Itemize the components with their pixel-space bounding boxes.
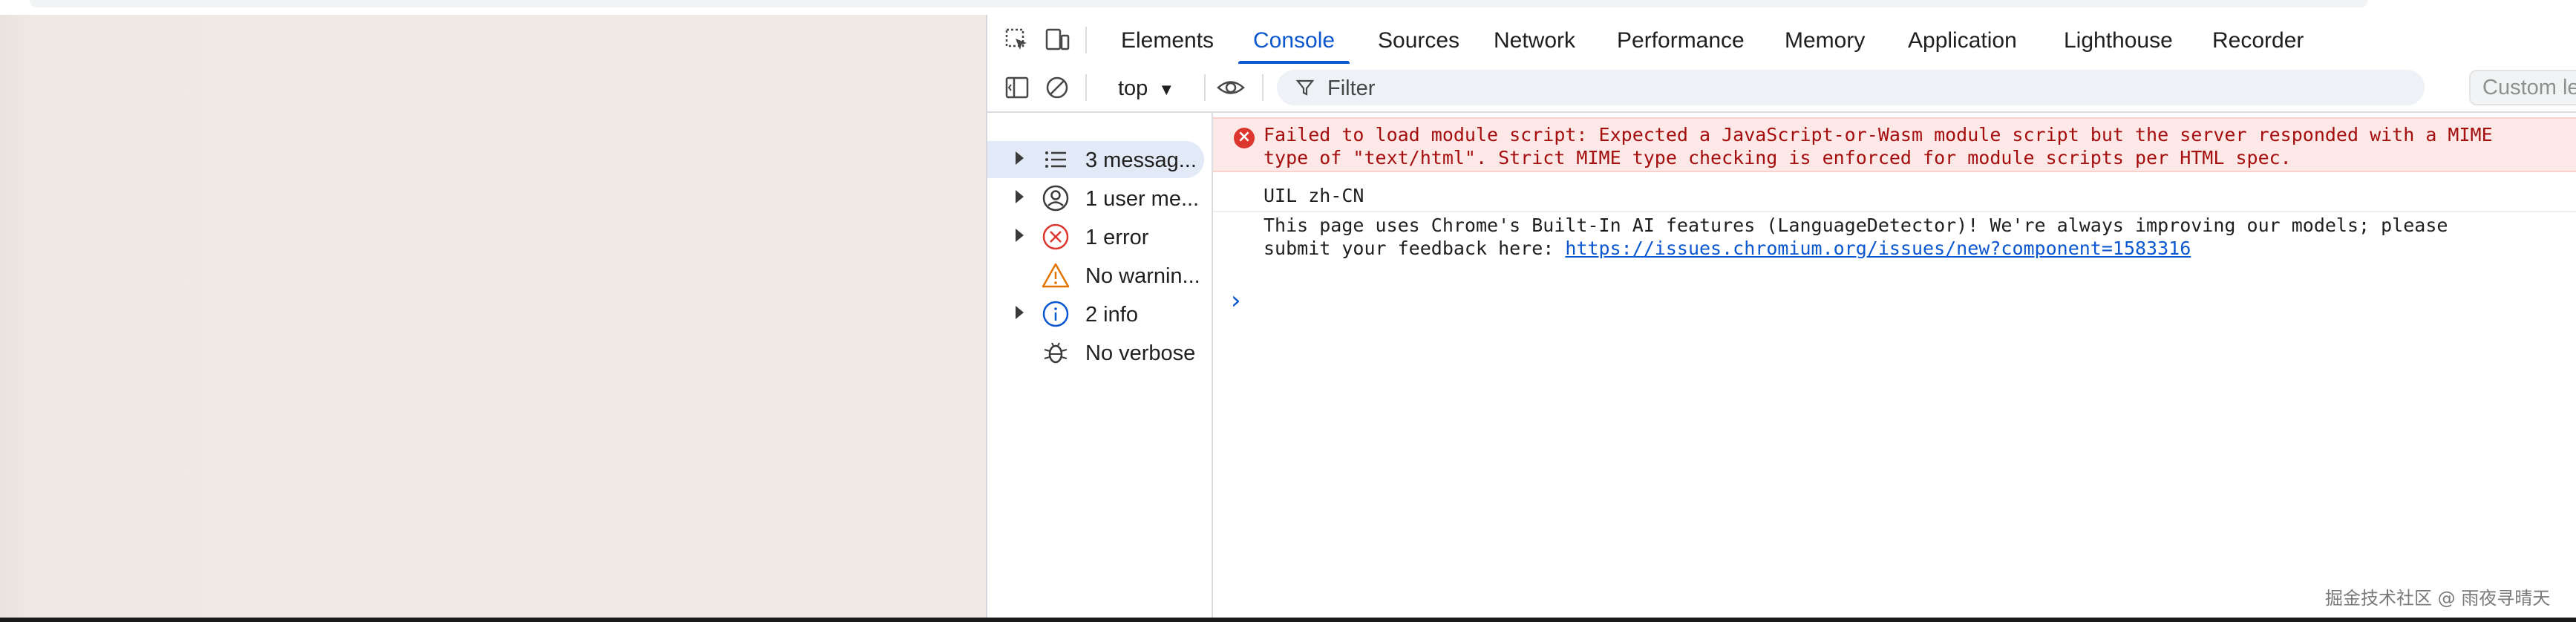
devtools-panel: Elements Console Sources Network Perform… [986, 15, 2576, 618]
tab-sources[interactable]: Sources [1378, 15, 1459, 64]
sidebar-item-label: 1 error [1085, 226, 1149, 249]
tab-elements[interactable]: Elements [1121, 15, 1214, 64]
log-line-2-prefix: submit your feedback here: [1264, 238, 1566, 259]
tab-bar-divider [1085, 27, 1087, 53]
log-levels-label: Custom le [2482, 76, 2576, 99]
devtools-tab-bar: Elements Console Sources Network Perform… [987, 15, 2576, 65]
sidebar-item-messages[interactable]: 3 messag... [987, 141, 1204, 178]
sidebar-item-label: 1 user me... [1085, 187, 1200, 211]
sidebar-item-label: 3 messag... [1085, 148, 1197, 172]
watermark: 掘金技术社区 @ 雨夜寻晴天 [2325, 588, 2551, 609]
expand-arrow-icon[interactable] [1016, 151, 1024, 165]
sidebar-toggle-icon[interactable] [1002, 73, 1032, 102]
inspect-element-icon[interactable] [1002, 25, 1032, 55]
filter-icon [1295, 77, 1315, 102]
bug-icon [1041, 338, 1070, 367]
toolbar-divider [1262, 74, 1264, 101]
sidebar-item-label: No warnin... [1085, 264, 1200, 288]
feedback-link[interactable]: https://issues.chromium.org/issues/new?c… [1565, 238, 2191, 259]
filter-placeholder: Filter [1327, 76, 1376, 100]
sidebar-item-label: 2 info [1085, 303, 1138, 327]
sidebar-item-errors[interactable]: 1 error [995, 218, 1210, 255]
sidebar-item-warnings[interactable]: No warnin... [995, 257, 1210, 294]
tab-recorder[interactable]: Recorder [2212, 15, 2304, 64]
clear-console-icon[interactable] [1042, 73, 1072, 102]
live-expression-eye-icon[interactable] [1216, 73, 1246, 102]
sidebar-item-info[interactable]: 2 info [995, 295, 1210, 333]
expand-arrow-icon[interactable] [1016, 306, 1024, 319]
toolbar-divider [1085, 74, 1087, 101]
error-icon: × [1234, 128, 1255, 148]
error-line-1: Failed to load module script: Expected a… [1264, 124, 2493, 145]
sidebar-item-label: No verbose [1085, 341, 1196, 365]
warning-icon [1041, 261, 1070, 290]
console-sidebar: 3 messag... 1 user me... 1 error No warn… [987, 113, 1213, 618]
log-text: This page uses Chrome's Built-In AI feat… [1264, 214, 2448, 260]
expand-arrow-icon[interactable] [1016, 229, 1024, 242]
device-toolbar-icon[interactable] [1042, 25, 1072, 55]
console-error-message[interactable]: × Failed to load module script: Expected… [1213, 117, 2576, 172]
browser-top-strip [0, 0, 2576, 15]
sidebar-item-verbose[interactable]: No verbose [995, 334, 1210, 371]
tab-lighthouse[interactable]: Lighthouse [2064, 15, 2173, 64]
expand-arrow-icon[interactable] [1016, 190, 1024, 203]
page-viewport[interactable] [0, 15, 986, 618]
user-icon [1041, 183, 1070, 213]
log-levels-dropdown[interactable]: Custom le [2469, 70, 2576, 105]
context-selector[interactable]: top ▼ [1118, 71, 1174, 104]
tab-memory[interactable]: Memory [1785, 15, 1865, 64]
console-log-message[interactable]: This page uses Chrome's Built-In AI feat… [1213, 212, 2576, 272]
browser-tab-strip [30, 0, 2368, 7]
sidebar-item-user-messages[interactable]: 1 user me... [995, 180, 1210, 217]
console-log-message[interactable]: UIL zh-CN [1213, 178, 2576, 212]
tab-application[interactable]: Application [1908, 15, 2017, 64]
log-line-1: This page uses Chrome's Built-In AI feat… [1264, 215, 2448, 236]
filter-input[interactable]: Filter [1277, 70, 2425, 105]
console-toolbar: top ▼ Filter Custom le [987, 64, 2576, 113]
tab-network[interactable]: Network [1494, 15, 1575, 64]
context-label: top [1118, 76, 1148, 100]
error-text: Failed to load module script: Expected a… [1264, 123, 2493, 169]
bottom-border [0, 618, 2576, 622]
console-prompt-chevron-icon[interactable]: › [1231, 288, 1241, 313]
log-text: UIL zh-CN [1264, 185, 1364, 206]
tab-console[interactable]: Console [1238, 15, 1350, 64]
console-messages[interactable]: × Failed to load module script: Expected… [1213, 113, 2576, 618]
toolbar-divider [1204, 74, 1206, 101]
error-icon [1041, 222, 1070, 252]
list-icon [1041, 145, 1070, 174]
chevron-down-icon: ▼ [1158, 80, 1175, 99]
tab-performance[interactable]: Performance [1617, 15, 1745, 64]
error-line-2: type of "text/html". Strict MIME type ch… [1264, 147, 2292, 168]
info-icon [1041, 299, 1070, 329]
